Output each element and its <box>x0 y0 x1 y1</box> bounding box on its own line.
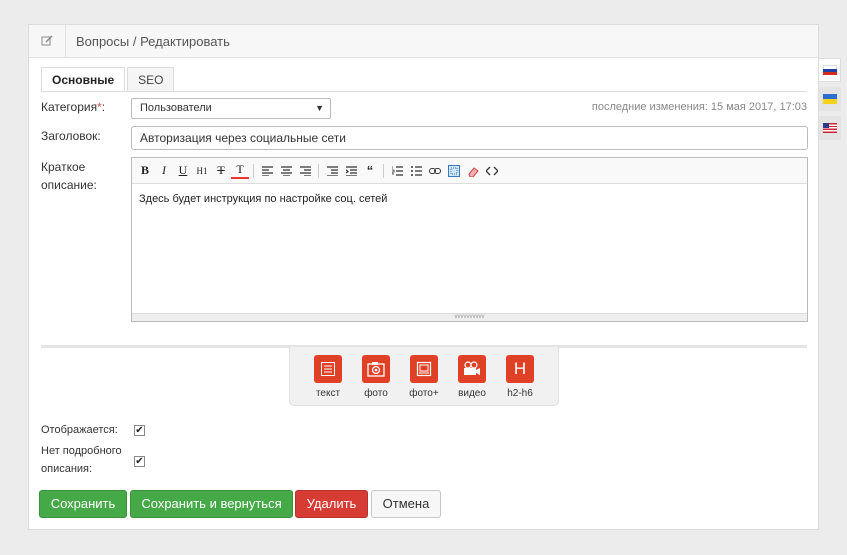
align-left-icon[interactable] <box>258 162 276 180</box>
heading-icon: H <box>506 355 534 383</box>
blockquote-button[interactable]: “ <box>361 162 379 180</box>
ua-flag-icon[interactable] <box>819 87 841 111</box>
tabs: Основные SEO <box>41 67 176 92</box>
block-video[interactable]: видео <box>448 347 496 405</box>
visible-label: Отображается: <box>41 424 118 436</box>
save-and-return-button[interactable]: Сохранить и вернуться <box>130 490 293 518</box>
block-label: фото <box>364 388 388 399</box>
us-flag-icon[interactable] <box>819 116 841 140</box>
category-label: Категория*: <box>41 100 106 114</box>
resize-grip-icon[interactable]: vvvvvvvvvv <box>132 313 807 321</box>
editor-toolbar: B I U H1 T T “ <box>132 158 807 184</box>
italic-button[interactable]: I <box>155 162 173 180</box>
no-detail-checkbox[interactable]: ✔ <box>134 456 145 467</box>
block-label: видео <box>458 388 486 399</box>
ru-flag-icon[interactable] <box>819 58 841 82</box>
edit-panel: Вопросы / Редактировать Основные SEO Кат… <box>28 24 819 530</box>
block-text[interactable]: текст <box>304 347 352 405</box>
title-input[interactable]: Авторизация через социальные сети <box>131 126 808 150</box>
short-description-label: Краткое описание: <box>41 160 97 192</box>
language-switcher <box>819 58 841 145</box>
title-label: Заголовок: <box>41 129 101 143</box>
edit-icon <box>29 25 66 57</box>
ordered-list-icon[interactable] <box>388 162 406 180</box>
block-photo-plus[interactable]: фото+ <box>400 347 448 405</box>
text-block-icon <box>314 355 342 383</box>
block-label: текст <box>315 388 341 399</box>
heading1-button[interactable]: H1 <box>193 162 211 180</box>
dropdown-arrow-icon: ▼ <box>315 103 324 113</box>
page-title: Вопросы / Редактировать <box>76 33 230 49</box>
editor-content[interactable]: Здесь будет инструкция по настройке соц.… <box>132 184 807 214</box>
category-select[interactable]: Пользователи ▼ <box>131 98 331 119</box>
source-code-icon[interactable] <box>483 162 501 180</box>
toolbar-separator <box>253 163 255 178</box>
toolbar-separator <box>318 163 320 178</box>
camera-icon <box>362 355 390 383</box>
underline-button[interactable]: U <box>174 162 192 180</box>
fullscreen-icon[interactable] <box>445 162 463 180</box>
save-button[interactable]: Сохранить <box>39 490 127 518</box>
short-description-editor: B I U H1 T T “ Здесь будет инструкция по… <box>131 157 808 322</box>
no-detail-label: Нет подробного описания: <box>41 445 122 475</box>
indent-icon[interactable] <box>342 162 360 180</box>
last-modified-text: последние изменения: 15 мая 2017, 17:03 <box>591 101 807 113</box>
bold-button[interactable]: B <box>136 162 154 180</box>
panel-header: Вопросы / Редактировать <box>29 25 818 58</box>
tab-main[interactable]: Основные <box>41 67 126 92</box>
gallery-icon <box>410 355 438 383</box>
outdent-icon[interactable] <box>323 162 341 180</box>
content-blocks-bar: текст фото фото+ видео H h2-h6 <box>289 347 559 406</box>
block-label: h2-h6 <box>507 388 533 399</box>
link-icon[interactable] <box>426 162 444 180</box>
clear-format-button[interactable]: T <box>212 162 230 180</box>
visible-checkbox[interactable]: ✔ <box>134 425 145 436</box>
category-selected-value: Пользователи <box>140 102 212 114</box>
cancel-button[interactable]: Отмена <box>371 490 441 518</box>
tabs-divider <box>41 91 807 92</box>
block-heading[interactable]: H h2-h6 <box>496 347 544 405</box>
toolbar-separator <box>383 163 385 178</box>
align-right-icon[interactable] <box>296 162 314 180</box>
block-label: фото+ <box>409 388 439 399</box>
text-color-button[interactable]: T <box>231 162 249 179</box>
align-center-icon[interactable] <box>277 162 295 180</box>
block-photo[interactable]: фото <box>352 347 400 405</box>
delete-button[interactable]: Удалить <box>295 490 368 518</box>
tab-seo[interactable]: SEO <box>127 67 175 91</box>
unordered-list-icon[interactable] <box>407 162 425 180</box>
video-camera-icon <box>458 355 486 383</box>
eraser-icon[interactable] <box>464 162 482 180</box>
